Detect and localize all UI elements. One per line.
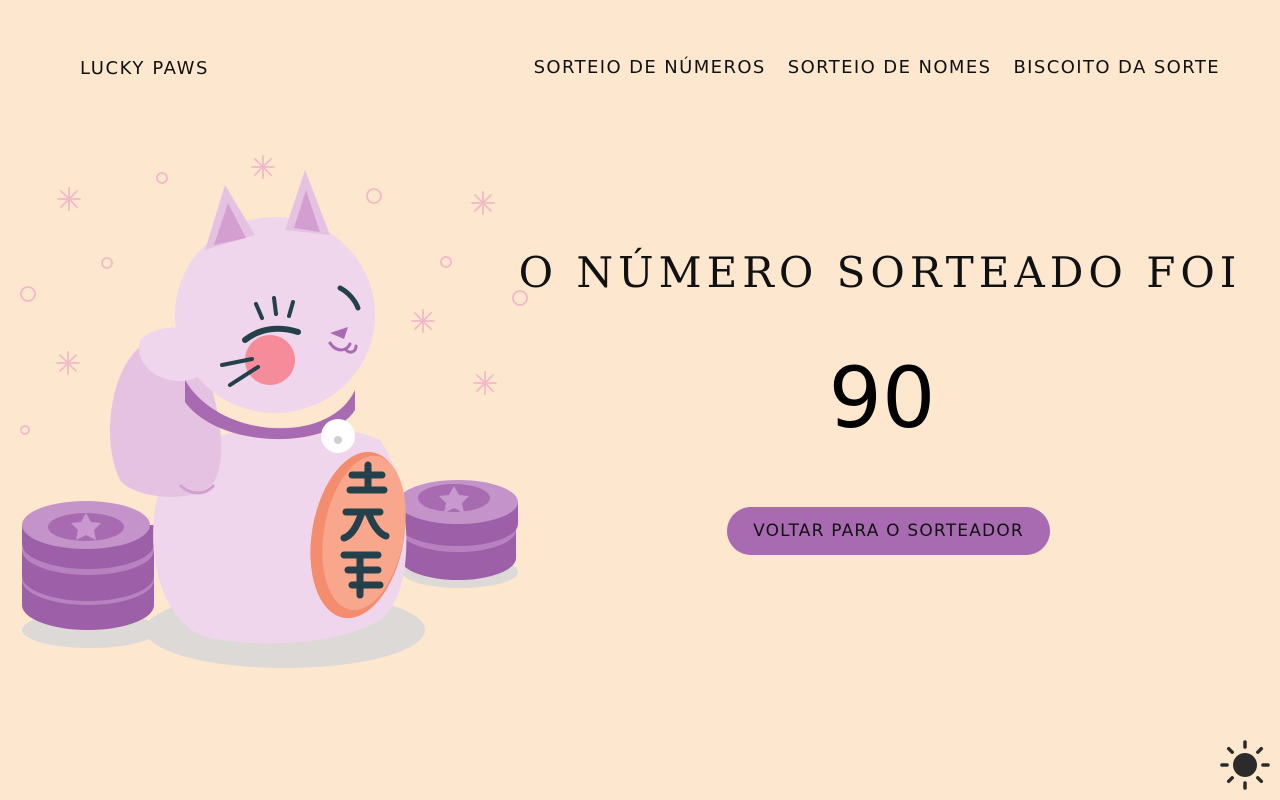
- back-to-draw-button[interactable]: VOLTAR PARA O SORTEADOR: [727, 507, 1050, 555]
- nav-link-biscoito-sorte[interactable]: BISCOITO DA SORTE: [1013, 57, 1220, 78]
- sun-icon: [1220, 740, 1270, 790]
- theme-toggle-button[interactable]: [1220, 740, 1270, 790]
- result-title: O NÚMERO SORTEADO FOI: [518, 248, 1242, 297]
- brand-logo[interactable]: LUCKY PAWS: [80, 58, 209, 79]
- coin-stack-right: [398, 480, 518, 580]
- main-nav: SORTEIO DE NÚMEROS SORTEIO DE NOMES BISC…: [534, 57, 1220, 78]
- coin-stack-left: [22, 501, 154, 630]
- maneki-neko-cat-illustration: [20, 155, 528, 668]
- nav-link-sorteio-nomes[interactable]: SORTEIO DE NOMES: [788, 57, 992, 78]
- drawn-number: 90: [828, 349, 936, 447]
- page: LUCKY PAWS SORTEIO DE NÚMEROS SORTEIO DE…: [0, 0, 1280, 800]
- nav-link-sorteio-numeros[interactable]: SORTEIO DE NÚMEROS: [534, 57, 766, 78]
